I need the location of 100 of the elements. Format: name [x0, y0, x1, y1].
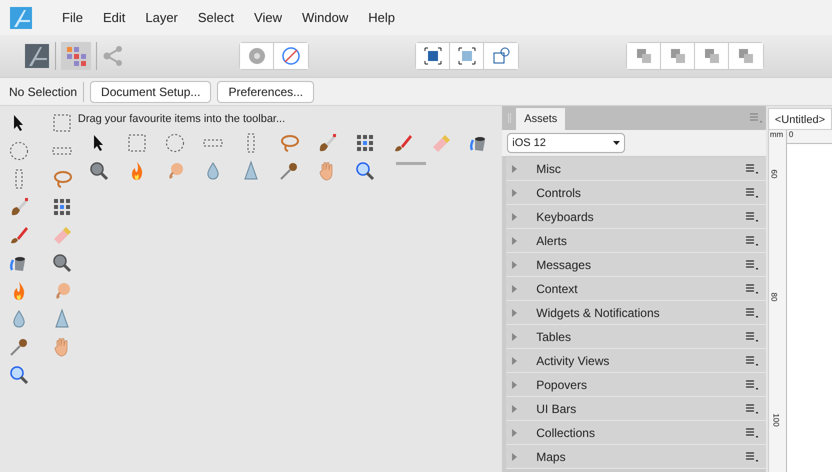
category-label: Widgets & Notifications — [536, 304, 661, 322]
category-menu-icon[interactable] — [746, 236, 758, 246]
magnifier-icon[interactable] — [88, 160, 110, 182]
category-menu-icon[interactable] — [746, 356, 758, 366]
dashed-rectangle-icon[interactable] — [50, 112, 73, 134]
expand-arrow-icon[interactable] — [510, 188, 518, 196]
paintbrush-icon[interactable] — [8, 224, 30, 246]
category-label: Maps — [536, 448, 567, 466]
expand-arrow-icon[interactable] — [510, 428, 518, 436]
menu-item[interactable]: Edit — [92, 8, 136, 28]
category-label: Popovers — [536, 376, 588, 394]
category-row[interactable]: UI Bars — [506, 397, 766, 421]
expand-arrow-icon[interactable] — [510, 212, 518, 220]
expand-arrow-icon[interactable] — [510, 332, 518, 340]
magnifier-icon[interactable] — [50, 252, 73, 274]
logo-icon — [25, 44, 49, 68]
category-select[interactable]: iOS 12 — [507, 133, 626, 153]
dashed-circle-icon[interactable] — [8, 140, 30, 162]
pixel-grid-icon — [66, 46, 86, 66]
expand-arrow-icon[interactable] — [510, 452, 518, 460]
fine-grid-button[interactable] — [450, 43, 484, 69]
category-row[interactable]: Tables — [506, 325, 766, 349]
expand-arrow-icon[interactable] — [510, 164, 518, 172]
category-label: Alerts — [536, 232, 568, 250]
menu-item[interactable]: Select — [188, 8, 244, 28]
category-row[interactable]: Activity Views — [506, 349, 766, 373]
category-menu-icon[interactable] — [746, 404, 758, 414]
menu-item[interactable]: Window — [292, 8, 358, 28]
category-menu-icon[interactable] — [746, 260, 758, 270]
category-row[interactable]: Messages — [506, 253, 766, 277]
category-menu-icon[interactable] — [746, 452, 758, 462]
category-label: Activity Views — [536, 352, 610, 370]
category-row[interactable]: Maps — [506, 445, 766, 469]
ruler-label: 0 — [788, 130, 794, 139]
arrange-button[interactable] — [695, 43, 729, 69]
expand-arrow-icon[interactable] — [510, 404, 518, 412]
context-button[interactable]: Preferences... — [217, 80, 314, 102]
zoom-icon[interactable] — [354, 160, 376, 182]
zoom-icon[interactable] — [8, 364, 30, 386]
menu-item[interactable]: Help — [358, 8, 405, 28]
selection-status: No Selection — [9, 84, 78, 100]
category-label: Controls — [536, 184, 582, 202]
menu-item[interactable]: Layer — [135, 8, 188, 28]
app-logo — [10, 6, 32, 28]
context-button[interactable]: Document Setup... — [90, 80, 212, 102]
category-row[interactable]: Context — [506, 277, 766, 301]
shapes-icon — [491, 46, 511, 66]
overlap-squares-icon — [736, 46, 756, 66]
category-menu-icon[interactable] — [746, 332, 758, 342]
category-row[interactable]: Controls — [506, 181, 766, 205]
category-row[interactable]: Widgets & Notifications — [506, 301, 766, 325]
category-label: UI Bars — [536, 400, 578, 418]
category-label: Tables — [536, 328, 572, 346]
arrange-button[interactable] — [661, 43, 695, 69]
menu-item[interactable]: View — [244, 8, 292, 28]
fine-grid-icon — [456, 46, 476, 66]
ruler-unit: mm — [768, 130, 784, 140]
category-label: Misc — [536, 160, 562, 178]
category-label: Keyboards — [536, 208, 595, 226]
ruler-label: 100 — [772, 413, 780, 427]
expand-arrow-icon[interactable] — [510, 308, 518, 316]
category-row[interactable]: Popovers — [506, 373, 766, 397]
category-menu-icon[interactable] — [746, 380, 758, 390]
category-menu-icon[interactable] — [746, 212, 758, 222]
dropdown-caret-icon — [613, 141, 620, 145]
category-row[interactable]: Keyboards — [506, 205, 766, 229]
designer-persona-button[interactable] — [24, 43, 50, 69]
category-label: Collections — [536, 424, 596, 442]
document-tab[interactable]: <Untitled> — [768, 108, 832, 130]
category-menu-icon[interactable] — [746, 428, 758, 438]
expand-arrow-icon[interactable] — [510, 236, 518, 244]
arrange-button[interactable] — [729, 43, 763, 69]
category-menu-icon[interactable] — [746, 308, 758, 318]
dropper-icon[interactable] — [278, 160, 300, 182]
shapes-button[interactable] — [484, 43, 518, 69]
dense-grid-button[interactable] — [416, 43, 450, 69]
pixel-persona-button[interactable] — [61, 42, 91, 70]
expand-arrow-icon[interactable] — [510, 380, 518, 388]
category-label: Messages — [536, 256, 592, 274]
expand-arrow-icon[interactable] — [510, 284, 518, 292]
category-row[interactable]: Alerts — [506, 229, 766, 253]
dense-grid-icon — [422, 46, 442, 66]
category-row[interactable]: Misc — [506, 157, 766, 181]
no-flower-button[interactable] — [274, 43, 308, 69]
category-menu-icon[interactable] — [746, 164, 758, 174]
dashed-circle-icon[interactable] — [164, 132, 186, 154]
expand-arrow-icon[interactable] — [510, 356, 518, 364]
arrange-button[interactable] — [627, 43, 661, 69]
ruler-label: 80 — [769, 292, 778, 302]
expand-arrow-icon[interactable] — [510, 260, 518, 268]
category-label: Context — [536, 280, 579, 298]
dashed-rectangle-icon[interactable] — [126, 132, 148, 154]
category-menu-icon[interactable] — [746, 284, 758, 294]
panel-tab[interactable]: Assets — [516, 108, 566, 130]
customize-hint: Drag your favourite items into the toolbar... — [78, 112, 286, 126]
category-menu-icon[interactable] — [746, 188, 758, 198]
menu-item[interactable]: File — [52, 8, 93, 28]
ruler-label: 60 — [769, 170, 778, 178]
category-row[interactable]: Collections — [506, 421, 766, 445]
dropper-icon[interactable] — [8, 336, 30, 358]
